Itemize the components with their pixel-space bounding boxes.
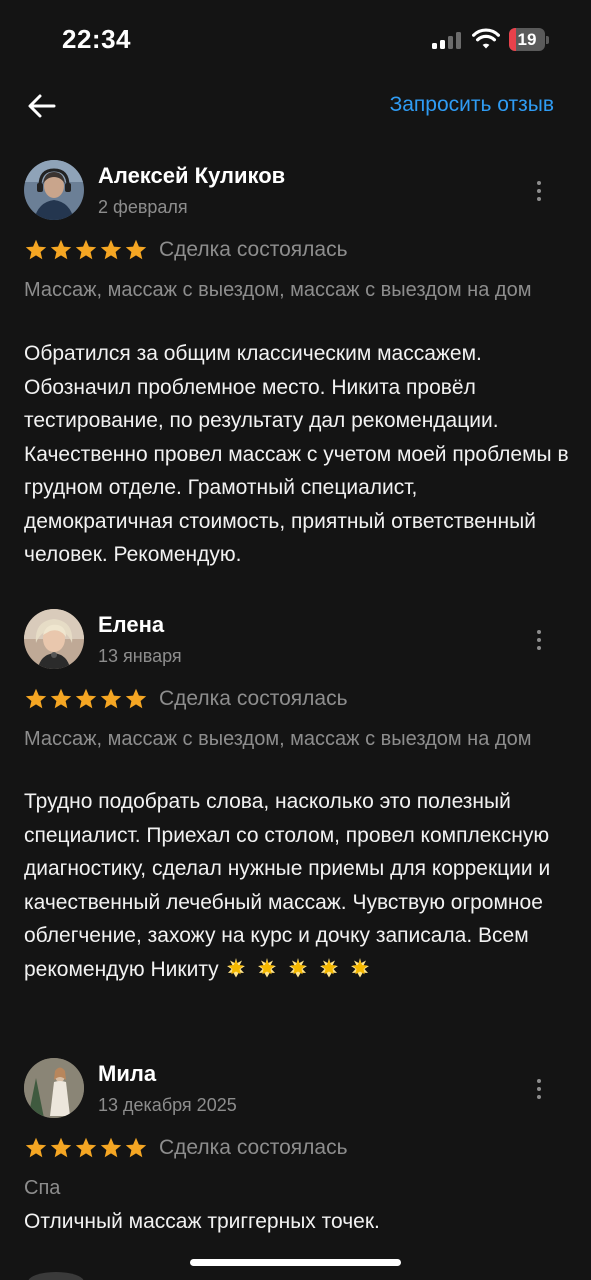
rating-row: Сделка состоялась (24, 685, 348, 713)
glowing-stars-emoji (223, 955, 378, 981)
review-text: Обратился за общим классическим массажем… (24, 342, 569, 566)
glowing-star-icon (319, 957, 338, 977)
battery-icon: 19 (509, 28, 549, 51)
reviews-screen: 22:34 19 Запросить отзыв Алексей Куликов… (0, 0, 591, 1280)
star-icon (25, 688, 47, 709)
review-date: 13 декабря 2025 (98, 1095, 237, 1115)
review-text: Отличный массаж триггерных точек. (24, 1210, 380, 1233)
deal-status: Сделка состоялась (159, 238, 348, 261)
star-icon (125, 1137, 147, 1158)
battery-level: 19 (517, 30, 537, 49)
avatar[interactable] (24, 609, 84, 669)
star-icon (125, 688, 147, 709)
star-rating (24, 1136, 149, 1160)
more-options-icon[interactable] (526, 627, 552, 653)
home-indicator[interactable] (190, 1259, 401, 1266)
author-name: Елена (98, 612, 165, 637)
top-nav: Запросить отзыв (0, 80, 591, 132)
review-text-body: Трудно подобрать слова, насколько это по… (24, 790, 551, 981)
more-options-icon[interactable] (526, 1076, 552, 1102)
review-text: Трудно подобрать слова, насколько это по… (24, 785, 572, 986)
star-rating (24, 687, 149, 711)
star-icon (50, 688, 72, 709)
star-icon (75, 688, 97, 709)
avatar[interactable] (24, 1058, 84, 1118)
review-date: 13 января (98, 646, 182, 666)
glowing-star-icon (257, 957, 276, 977)
glowing-star-icon (288, 957, 307, 977)
request-review-link[interactable]: Запросить отзыв (390, 93, 554, 117)
star-rating (24, 238, 149, 262)
star-icon (25, 1137, 47, 1158)
review-date: 2 февраля (98, 197, 188, 217)
star-icon (75, 239, 97, 260)
service-tags: Спа (24, 1177, 61, 1199)
signal-icon (432, 31, 462, 49)
status-bar: 22:34 19 (0, 0, 591, 80)
star-icon (50, 239, 72, 260)
wifi-icon (472, 28, 500, 49)
arrow-left-icon[interactable] (24, 88, 60, 124)
deal-status: Сделка состоялась (159, 1136, 348, 1159)
avatar (28, 1272, 84, 1280)
rating-row: Сделка состоялась (24, 1134, 348, 1162)
glowing-star-icon (226, 957, 245, 977)
star-icon (100, 688, 122, 709)
avatar[interactable] (24, 160, 84, 220)
glowing-star-icon (350, 957, 369, 977)
star-icon (75, 1137, 97, 1158)
rating-row: Сделка состоялась (24, 236, 348, 264)
star-icon (100, 239, 122, 260)
more-options-icon[interactable] (526, 178, 552, 204)
deal-status: Сделка состоялась (159, 687, 348, 710)
service-tags: Массаж, массаж с выездом, массаж с выезд… (24, 279, 532, 301)
author-name: Мила (98, 1061, 157, 1086)
star-icon (125, 239, 147, 260)
star-icon (50, 1137, 72, 1158)
star-icon (25, 239, 47, 260)
star-icon (100, 1137, 122, 1158)
status-time: 22:34 (62, 24, 131, 54)
author-name: Алексей Куликов (98, 163, 286, 188)
service-tags: Массаж, массаж с выездом, массаж с выезд… (24, 728, 532, 750)
